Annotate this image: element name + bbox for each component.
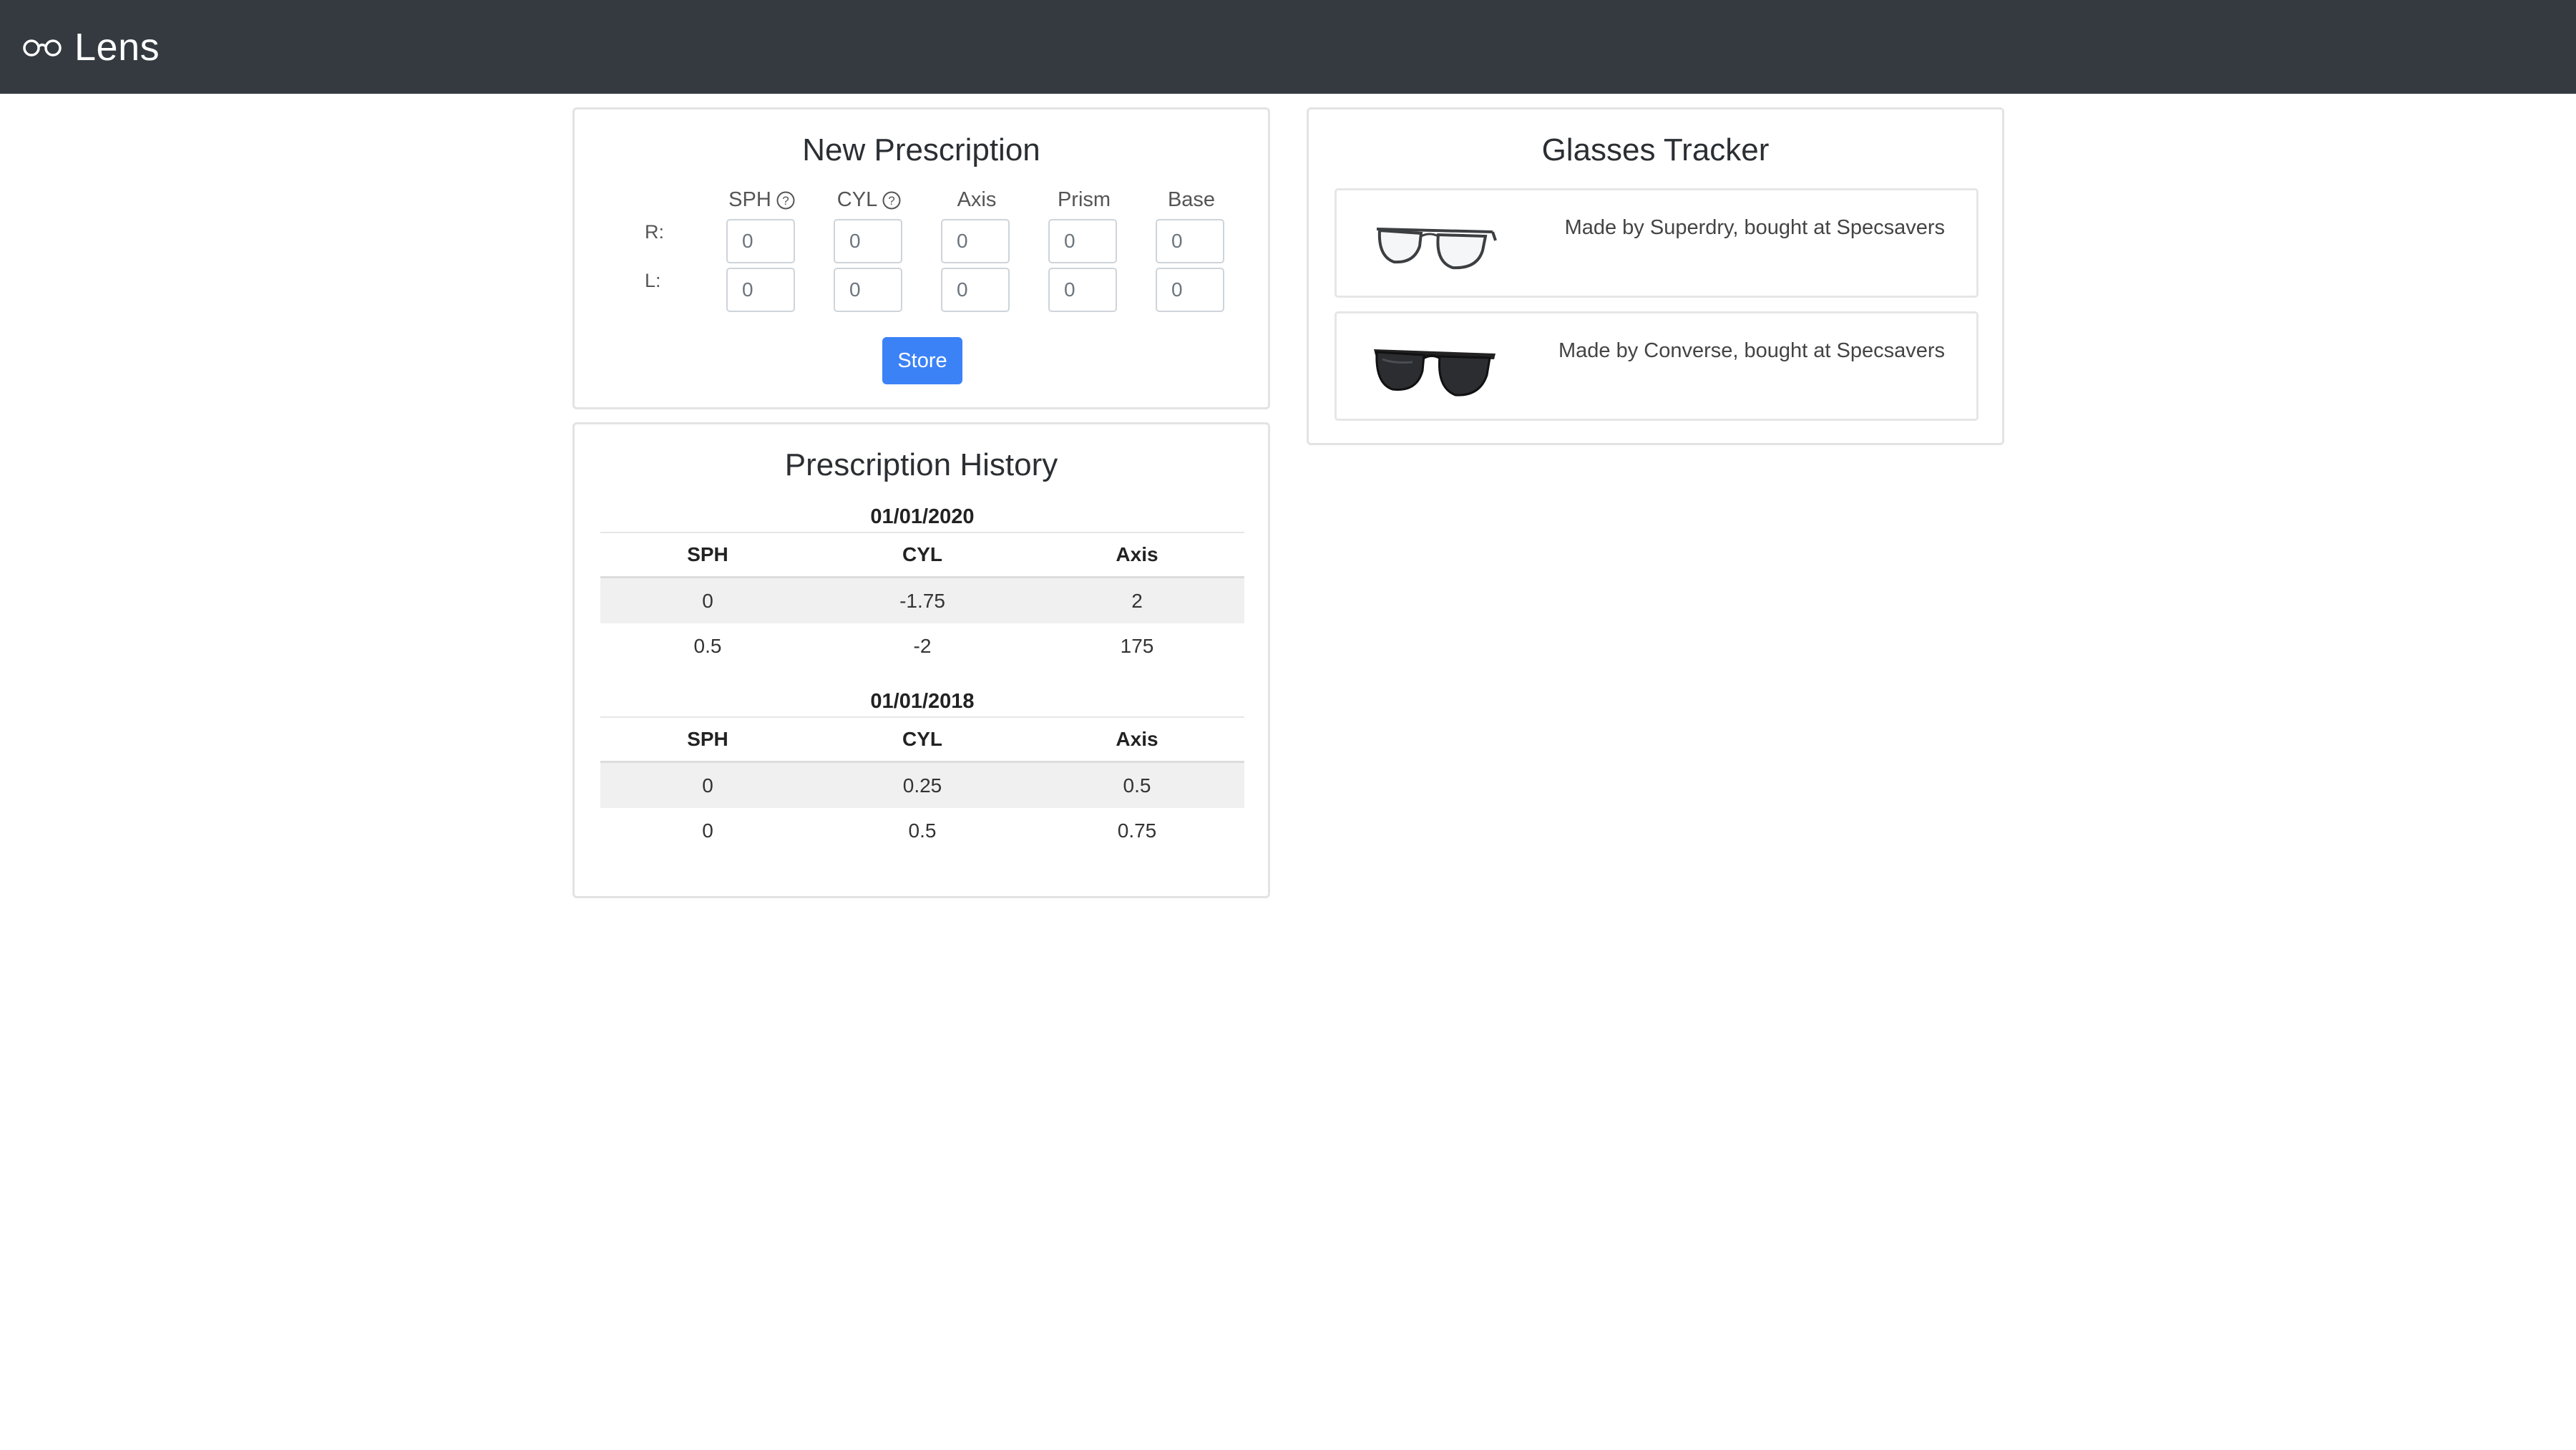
table-cell: 175	[1120, 634, 1154, 657]
column-header-base: Base	[1167, 188, 1216, 211]
history-table: SPH CYL Axis 0 -1.75 2 0.5 -2 175	[600, 533, 1244, 668]
right-base-input[interactable]	[1156, 219, 1224, 263]
row-label-right: R:	[645, 221, 664, 243]
column-header: SPH	[600, 718, 815, 763]
table-header-row: SPH CYL Axis	[600, 533, 1244, 578]
svg-text:?: ?	[888, 194, 894, 208]
left-axis-input[interactable]	[941, 268, 1010, 312]
table-header-row: SPH CYL Axis	[600, 718, 1244, 763]
left-prism-input[interactable]	[1048, 268, 1117, 312]
glasses-description: Made by Converse, bought at Specsavers	[1558, 339, 1945, 362]
column-header: Axis	[1030, 533, 1244, 578]
history-table: SPH CYL Axis 0 0.25 0.5 0 0.5 0.75	[600, 718, 1244, 853]
glasses-description: Made by Superdry, bought at Specsavers	[1564, 216, 1945, 239]
table-cell: 2	[1030, 577, 1244, 623]
glasses-item[interactable]: Made by Superdry, bought at Specsavers	[1335, 188, 1979, 298]
table-cell: 0.5	[1030, 762, 1244, 808]
app-title: Lens	[74, 25, 160, 69]
table-cell: -1.75	[815, 577, 1030, 623]
question-circle-icon[interactable]: ?	[882, 190, 902, 210]
table-cell: 0.25	[815, 762, 1030, 808]
table-cell: 0.5	[908, 819, 937, 842]
table-row: 0 0.25 0.5	[600, 762, 1244, 808]
column-header: CYL	[815, 718, 1030, 763]
table-cell: 0	[702, 819, 713, 842]
table-cell: 0	[600, 762, 815, 808]
column-header: CYL	[815, 533, 1030, 578]
prescription-history-title: Prescription History	[784, 447, 1058, 482]
glasses-icon	[23, 39, 62, 57]
table-cell: -2	[913, 634, 932, 657]
table-cell: 0.75	[1117, 819, 1157, 842]
table-cell: 0	[600, 577, 815, 623]
table-row: 0 -1.75 2	[600, 577, 1244, 623]
new-prescription-card: New Prescription SPH ? CYL ? Axis Prism …	[572, 107, 1270, 409]
column-header-cyl: CYL ?	[834, 188, 905, 212]
left-sph-input[interactable]	[726, 268, 795, 312]
history-date: 01/01/2020	[600, 502, 1244, 533]
top-navbar: Lens	[0, 0, 2576, 94]
table-row: 0.5 -2 175	[600, 623, 1244, 668]
column-header-prism: Prism	[1057, 188, 1111, 211]
svg-text:?: ?	[782, 194, 789, 208]
question-circle-icon[interactable]: ?	[776, 190, 796, 210]
table-row: 0 0.5 0.75	[600, 808, 1244, 853]
history-date: 01/01/2018	[600, 686, 1244, 718]
history-entry: 01/01/2018 SPH CYL Axis 0 0.25 0.5 0 0.5…	[600, 686, 1244, 853]
store-button[interactable]: Store	[882, 337, 962, 384]
row-label-left: L:	[645, 270, 661, 291]
column-header-sph: SPH ?	[726, 188, 798, 212]
left-base-input[interactable]	[1156, 268, 1224, 312]
glasses-tracker-title: Glasses Tracker	[1541, 132, 1770, 167]
column-header-axis: Axis	[957, 188, 997, 211]
right-prism-input[interactable]	[1048, 219, 1117, 263]
column-header: SPH	[600, 533, 815, 578]
clear-frame-glasses-image	[1376, 228, 1497, 270]
brand-link[interactable]: Lens	[21, 25, 160, 69]
glasses-item[interactable]: Made by Converse, bought at Specsavers	[1335, 311, 1979, 421]
right-cyl-input[interactable]	[834, 219, 902, 263]
right-axis-input[interactable]	[941, 219, 1010, 263]
glasses-tracker-card: Glasses Tracker Made by Superdry, bought…	[1307, 107, 2004, 445]
new-prescription-title: New Prescription	[802, 132, 1040, 167]
right-sph-input[interactable]	[726, 219, 795, 263]
left-cyl-input[interactable]	[834, 268, 902, 312]
table-cell: 0.5	[693, 634, 722, 657]
history-entry: 01/01/2020 SPH CYL Axis 0 -1.75 2 0.5 -2…	[600, 502, 1244, 668]
column-header: Axis	[1030, 718, 1244, 763]
dark-sunglasses-image	[1374, 349, 1496, 396]
prescription-history-card: Prescription History 01/01/2020 SPH CYL …	[572, 422, 1270, 898]
